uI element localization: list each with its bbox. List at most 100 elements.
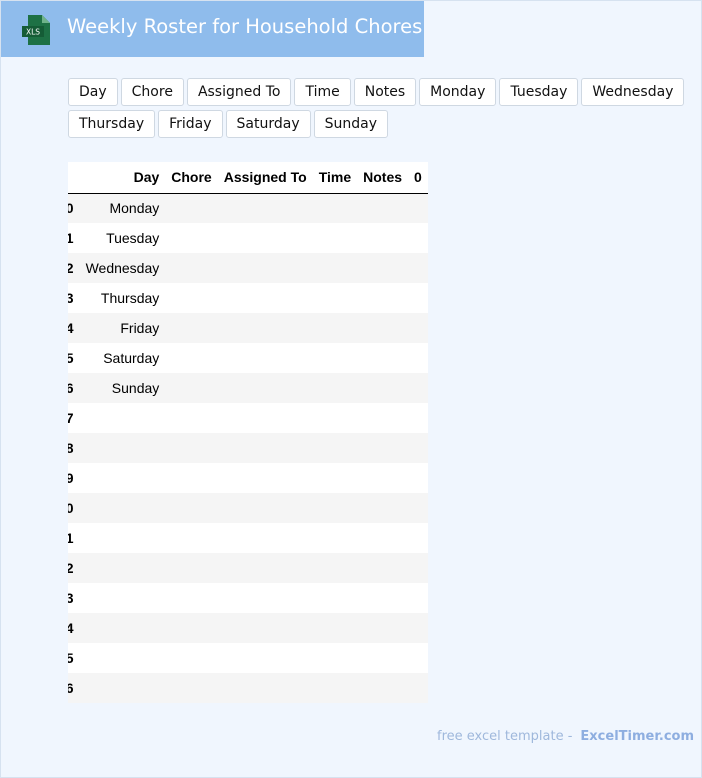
toggle-button-time[interactable]: Time [294, 78, 351, 106]
cell-chore [165, 223, 217, 253]
cell-time [313, 283, 357, 313]
cell-notes [357, 343, 408, 373]
cell-assigned-to [218, 193, 313, 223]
cell-chore [165, 643, 217, 673]
cell-day [80, 433, 166, 463]
cell-assigned-to [218, 403, 313, 433]
table-row: 13 [68, 583, 428, 613]
table-row: 7 [68, 403, 428, 433]
toggle-button-saturday[interactable]: Saturday [225, 110, 311, 138]
toggle-button-wednesday[interactable]: Wednesday [581, 78, 685, 106]
table-body: 0 Monday 1 Tuesday 2 Wednesday 3 Thursday 4 Frida… [68, 193, 428, 703]
row-index: 4 [68, 320, 74, 336]
row-index: 1 [68, 230, 74, 246]
cell-day: Tuesday [106, 230, 160, 246]
index-header [68, 162, 80, 194]
row-index: 5 [68, 350, 74, 366]
cell-assigned-to [218, 433, 313, 463]
toggle-button-monday[interactable]: Monday [419, 78, 497, 106]
cell-zero [408, 343, 428, 373]
cell-time [313, 433, 357, 463]
cell-time [313, 583, 357, 613]
cell-notes [357, 193, 408, 223]
row-index: 8 [68, 440, 74, 456]
cell-assigned-to [218, 283, 313, 313]
cell-day: Monday [109, 200, 160, 217]
xls-icon-label: XLS [26, 28, 40, 37]
cell-assigned-to [218, 523, 313, 553]
cell-notes [357, 433, 408, 463]
cell-zero [408, 193, 428, 223]
cell-assigned-to [218, 313, 313, 343]
table-row: 15 [68, 643, 428, 673]
row-index: 13 [68, 590, 74, 606]
toggle-button-chore[interactable]: Chore [120, 78, 184, 106]
table-row: 11 [68, 523, 428, 553]
row-index: 10 [68, 500, 74, 516]
table-row: 6 Sunday [68, 373, 428, 403]
col-header-chore[interactable]: Chore [165, 162, 218, 194]
cell-day: Friday [120, 320, 160, 336]
page-title: Weekly Roster for Household Chores [67, 15, 423, 38]
roster-table-container: Day Chore Assigned To Time Notes 0 0 Mond… [68, 162, 439, 703]
excel-file-icon: XLS [22, 15, 50, 45]
cell-chore [165, 433, 217, 463]
cell-day [80, 613, 166, 643]
cell-time [313, 403, 357, 433]
table-row: 8 [68, 433, 428, 463]
cell-chore [165, 283, 217, 313]
cell-notes [357, 643, 408, 673]
toggle-button-friday[interactable]: Friday [158, 110, 223, 138]
table-row: 9 [68, 463, 428, 493]
cell-day [80, 523, 166, 553]
toggle-button-thursday[interactable]: Thursday [68, 110, 156, 138]
table-row: 14 [68, 613, 428, 643]
cell-zero [408, 673, 428, 703]
col-header-notes[interactable]: Notes [357, 162, 409, 194]
cell-time [313, 343, 357, 373]
toggle-button-tuesday[interactable]: Tuesday [499, 78, 579, 106]
row-index: 12 [68, 560, 74, 576]
cell-zero [408, 523, 428, 553]
cell-zero [408, 253, 428, 283]
table-row: 10 [68, 493, 428, 523]
cell-zero [408, 223, 428, 253]
col-header-zero[interactable]: 0 [408, 162, 428, 194]
table-row: 3 Thursday [68, 283, 428, 313]
cell-assigned-to [218, 553, 313, 583]
col-header-day[interactable]: Day [79, 162, 166, 194]
cell-chore [165, 613, 217, 643]
table-row: 0 Monday [68, 193, 428, 223]
cell-assigned-to [218, 493, 313, 523]
table-row: 5 Saturday [68, 343, 428, 373]
column-toggle-row-2: Thursday Friday Saturday Sunday [68, 110, 668, 138]
cell-notes [357, 583, 408, 613]
cell-time [313, 553, 357, 583]
cell-notes [357, 403, 408, 433]
cell-notes [357, 373, 408, 403]
row-index: 0 [68, 200, 74, 217]
toggle-button-day[interactable]: Day [68, 78, 118, 106]
cell-zero [408, 433, 428, 463]
cell-chore [165, 373, 217, 403]
toggle-button-sunday[interactable]: Sunday [313, 110, 389, 138]
col-header-assigned-to[interactable]: Assigned To [217, 162, 313, 194]
cell-day [80, 403, 166, 433]
cell-time [313, 223, 357, 253]
cell-day [80, 493, 166, 523]
row-index: 2 [68, 260, 74, 276]
toggle-button-assigned-to[interactable]: Assigned To [186, 78, 292, 106]
cell-notes [357, 613, 408, 643]
col-header-time[interactable]: Time [312, 162, 358, 194]
cell-chore [165, 493, 217, 523]
row-index: 14 [68, 620, 74, 636]
toggle-button-notes[interactable]: Notes [353, 78, 417, 106]
cell-time [313, 643, 357, 673]
header-banner: XLS Weekly Roster for Household Chores [1, 1, 424, 57]
cell-assigned-to [218, 343, 313, 373]
cell-chore [165, 553, 217, 583]
cell-time [313, 193, 357, 223]
cell-day [80, 673, 166, 703]
cell-time [313, 253, 357, 283]
footer-brand-link[interactable]: ExcelTimer.com [580, 729, 694, 744]
